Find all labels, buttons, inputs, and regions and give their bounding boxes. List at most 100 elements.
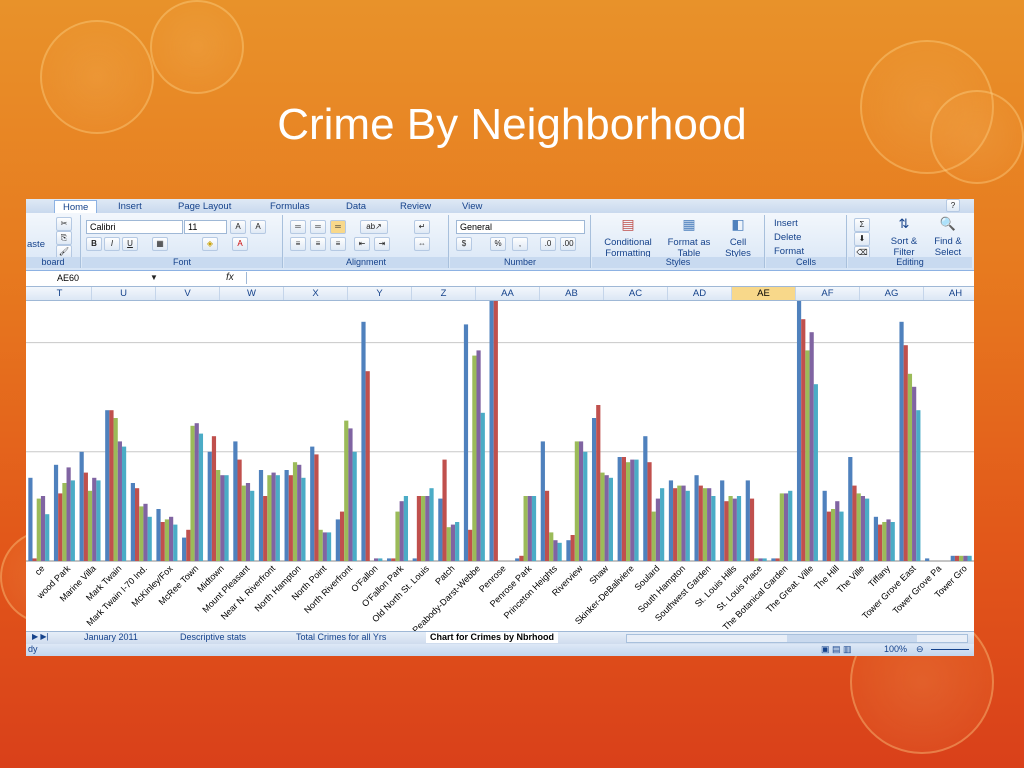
column-header-w[interactable]: W	[220, 287, 284, 300]
align-center-icon[interactable]: ≡	[310, 237, 326, 251]
chart-bar	[220, 475, 225, 561]
column-header-x[interactable]: X	[284, 287, 348, 300]
chart-bar	[634, 459, 639, 561]
align-right-icon[interactable]: ≡	[330, 237, 346, 251]
sheet-tab[interactable]: January 2011	[84, 632, 138, 643]
chart-bar	[890, 522, 895, 561]
column-header-ah[interactable]: AH	[924, 287, 974, 300]
name-box-dropdown-icon[interactable]: ▼	[150, 273, 158, 282]
font-name-select[interactable]: Calibri	[86, 220, 183, 234]
column-header-ae[interactable]: AE	[732, 287, 796, 300]
fill-icon[interactable]: ⬇	[854, 232, 870, 246]
cut-icon[interactable]: ✂	[56, 217, 72, 231]
delete-cells-button[interactable]: Delete	[774, 232, 801, 243]
increase-decimal-icon[interactable]: .0	[540, 237, 556, 251]
comma-button[interactable]: ,	[512, 237, 528, 251]
chart-area[interactable]: ce wood Park Marine Villa Mark Twain Mark Tw…	[26, 301, 974, 635]
formula-input[interactable]	[246, 272, 970, 284]
chart-bar	[233, 441, 238, 561]
bold-icon[interactable]: B	[86, 237, 102, 251]
chart-bar	[318, 529, 323, 561]
font-color-icon[interactable]: A	[232, 237, 248, 251]
chart-bar	[297, 464, 302, 561]
chart-bar	[173, 524, 178, 561]
cell-styles-button[interactable]: ◧ Cell Styles	[716, 217, 760, 259]
orientation-icon[interactable]: ab↗	[360, 220, 388, 234]
tab-formulas[interactable]: Formulas	[270, 200, 310, 213]
borders-icon[interactable]: ▦	[152, 237, 168, 251]
help-icon[interactable]: ?	[946, 199, 960, 212]
formula-bar: AE60 ▼ fx	[26, 271, 974, 287]
horizontal-scrollbar[interactable]	[626, 634, 968, 643]
decrease-decimal-icon[interactable]: .00	[560, 237, 576, 251]
tab-view[interactable]: View	[462, 200, 482, 213]
autosum-icon[interactable]: Σ	[854, 218, 870, 232]
chart-bar	[53, 464, 59, 561]
column-header-ag[interactable]: AG	[860, 287, 924, 300]
chart-bar	[608, 477, 613, 561]
wrap-text-icon[interactable]: ↵	[414, 220, 430, 234]
find-select-button[interactable]: 🔍 Find & Select	[928, 217, 968, 258]
zoom-out-icon[interactable]: ⊖	[916, 644, 924, 655]
insert-cells-button[interactable]: Insert	[774, 218, 798, 229]
chart-bar	[310, 446, 315, 561]
paste-button[interactable]: aste	[26, 239, 46, 250]
decrease-indent-icon[interactable]: ⇤	[354, 237, 370, 251]
name-box[interactable]: AE60	[54, 272, 155, 284]
align-top-icon[interactable]: ═	[290, 220, 306, 234]
zoom-level[interactable]: 100%	[884, 644, 907, 654]
copy-icon[interactable]: ⎘	[56, 231, 72, 245]
column-header-u[interactable]: U	[92, 287, 156, 300]
italic-icon[interactable]: I	[104, 237, 120, 251]
chart-bar	[886, 519, 891, 561]
grow-font-icon[interactable]: A	[230, 220, 246, 234]
column-header-y[interactable]: Y	[348, 287, 412, 300]
chart-bar	[387, 558, 392, 561]
align-left-icon[interactable]: ≡	[290, 237, 306, 251]
tab-insert[interactable]: Insert	[118, 200, 142, 213]
fill-color-icon[interactable]: ◈	[202, 237, 218, 251]
tab-review[interactable]: Review	[400, 200, 431, 213]
chart-bar	[694, 475, 699, 561]
column-header-af[interactable]: AF	[796, 287, 860, 300]
fx-button[interactable]: fx	[226, 272, 234, 283]
chart-bar	[775, 558, 780, 561]
sheet-tab[interactable]: Total Crimes for all Yrs	[296, 632, 386, 643]
group-alignment: ═ ═ ═ ab↗ ↵ ≡ ≡ ≡ ⇤ ⇥ ⇔ Alignment	[284, 215, 449, 268]
align-bottom-icon[interactable]: ═	[330, 220, 346, 234]
sheet-tab[interactable]: Descriptive stats	[180, 632, 246, 643]
group-editing: Σ ⬇ ⌫ ⇅ Sort & Filter 🔍 Find & Select Ed…	[848, 215, 972, 268]
column-header-ac[interactable]: AC	[604, 287, 668, 300]
increase-indent-icon[interactable]: ⇥	[374, 237, 390, 251]
format-cells-button[interactable]: Format	[774, 246, 804, 257]
chart-bar	[860, 496, 866, 561]
zoom-slider[interactable]	[931, 649, 969, 650]
align-middle-icon[interactable]: ═	[310, 220, 326, 234]
format-as-table-button[interactable]: ▦ Format as Table	[664, 217, 714, 259]
underline-icon[interactable]: U	[122, 237, 138, 251]
chart-bar	[271, 472, 276, 561]
horizontal-scroll-thumb[interactable]	[787, 635, 917, 642]
number-format-select[interactable]: General	[456, 220, 585, 234]
view-buttons[interactable]: ▣ ▤ ▥	[821, 644, 852, 655]
column-header-ab[interactable]: AB	[540, 287, 604, 300]
column-header-ad[interactable]: AD	[668, 287, 732, 300]
chart-bar	[626, 462, 631, 561]
column-header-z[interactable]: Z	[412, 287, 476, 300]
column-header-v[interactable]: V	[156, 287, 220, 300]
tab-page-layout[interactable]: Page Layout	[178, 200, 231, 213]
chart-bar	[403, 496, 409, 561]
font-size-select[interactable]: 11	[184, 220, 227, 234]
shrink-font-icon[interactable]: A	[250, 220, 266, 234]
currency-button[interactable]: $	[456, 237, 472, 251]
tab-home[interactable]: Home	[54, 200, 98, 214]
conditional-formatting-button[interactable]: ▤ Conditional Formatting	[596, 217, 660, 259]
sort-filter-button[interactable]: ⇅ Sort & Filter	[886, 217, 922, 258]
merge-center-icon[interactable]: ⇔	[414, 237, 430, 251]
column-header-t[interactable]: T	[28, 287, 92, 300]
tab-data[interactable]: Data	[346, 200, 366, 213]
percent-button[interactable]: %	[490, 237, 506, 251]
sheet-nav-icon[interactable]: ▶ ▶|	[32, 632, 49, 641]
column-header-aa[interactable]: AA	[476, 287, 540, 300]
sheet-tab-active[interactable]: Chart for Crimes by Nbrhood	[426, 632, 559, 643]
